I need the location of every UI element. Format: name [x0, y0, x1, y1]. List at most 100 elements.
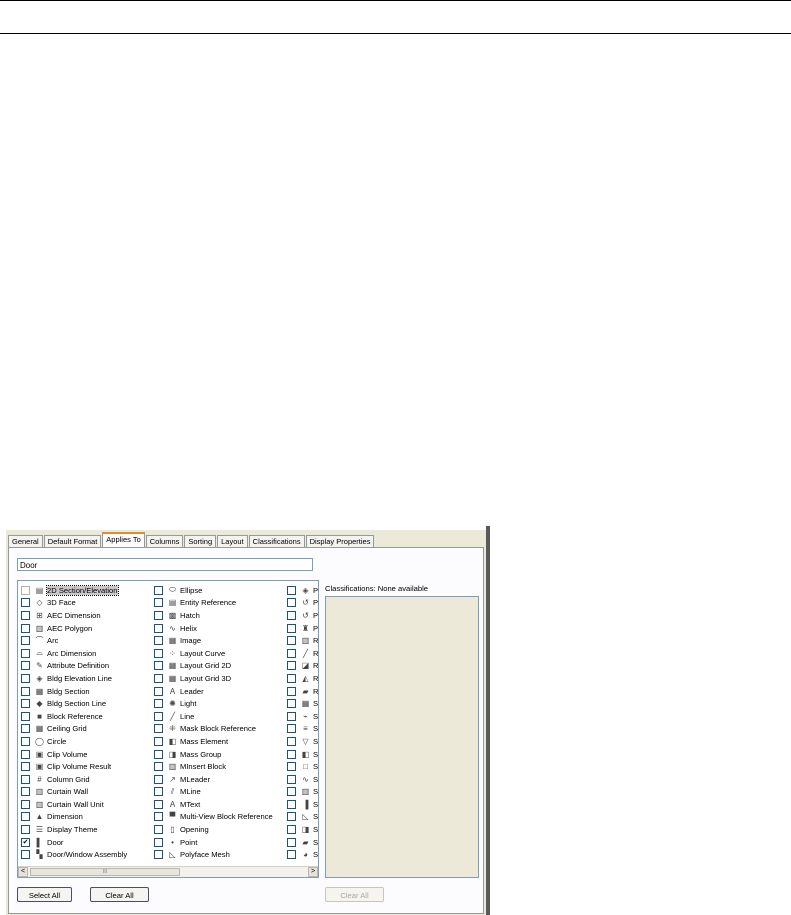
object-type-checkbox[interactable]: [287, 610, 296, 620]
object-type-item[interactable]: ◆ Bldg Section Line: [21, 697, 127, 710]
object-type-item[interactable]: ▰ S: [287, 836, 318, 849]
object-type-item[interactable]: ▐ S: [287, 798, 318, 811]
object-type-checkbox[interactable]: [154, 636, 163, 646]
object-type-item[interactable]: ▚ Door/Window Assembly: [21, 848, 127, 861]
object-type-item[interactable]: □ S: [287, 760, 318, 773]
scroll-thumb[interactable]: III: [30, 868, 180, 876]
object-type-item[interactable]: ⌒ Arc: [21, 634, 127, 647]
object-type-item[interactable]: ■ Block Reference: [21, 710, 127, 723]
object-type-checkbox[interactable]: [21, 610, 30, 620]
object-type-checkbox[interactable]: ✔: [21, 837, 30, 847]
classifications-clear-all-button[interactable]: Clear All: [325, 887, 384, 902]
object-type-checkbox[interactable]: [21, 636, 30, 646]
object-type-item[interactable]: ◈ Bldg Elevation Line: [21, 672, 127, 685]
object-type-checkbox[interactable]: [154, 648, 163, 658]
object-type-item[interactable]: ▥ S: [287, 786, 318, 799]
object-type-checkbox[interactable]: [154, 787, 163, 797]
object-type-item[interactable]: ◧ S: [287, 748, 318, 761]
object-type-checkbox[interactable]: [287, 623, 296, 633]
object-type-checkbox[interactable]: [21, 850, 30, 860]
object-type-item[interactable]: ▣ Clip Volume: [21, 748, 127, 761]
object-type-item[interactable]: ◯ Circle: [21, 735, 127, 748]
object-type-checkbox[interactable]: [287, 585, 296, 595]
object-type-item[interactable]: # Column Grid: [21, 773, 127, 786]
object-type-checkbox[interactable]: [154, 661, 163, 671]
object-type-item[interactable]: ▤ 2D Section/Elevation: [21, 584, 127, 597]
object-type-item[interactable]: ◨ Mass Group: [154, 748, 273, 761]
object-type-item[interactable]: ∿ Helix: [154, 622, 273, 635]
scroll-left-button[interactable]: <: [18, 867, 28, 877]
object-type-item[interactable]: ▦ Bldg Section: [21, 685, 127, 698]
object-type-item[interactable]: ✔ ▌ Door: [21, 836, 127, 849]
object-type-item[interactable]: ▽ S: [287, 735, 318, 748]
object-type-checkbox[interactable]: [21, 724, 30, 734]
object-type-item[interactable]: ◕ S: [287, 848, 318, 861]
object-type-checkbox[interactable]: [287, 686, 296, 696]
object-type-checkbox[interactable]: [21, 774, 30, 784]
object-type-checkbox[interactable]: [287, 850, 296, 860]
tab-default-format[interactable]: Default Format: [43, 535, 102, 547]
object-type-checkbox[interactable]: [154, 799, 163, 809]
object-type-item[interactable]: ◪ R: [287, 660, 318, 673]
object-type-item[interactable]: ▥ MInsert Block: [154, 760, 273, 773]
object-type-item[interactable]: ⌓ Arc Dimension: [21, 647, 127, 660]
object-type-item[interactable]: ▦ Layout Grid 2D: [154, 660, 273, 673]
object-type-checkbox[interactable]: [287, 648, 296, 658]
object-type-checkbox[interactable]: [21, 736, 30, 746]
object-type-item[interactable]: ▥ R: [287, 634, 318, 647]
object-type-checkbox[interactable]: [21, 661, 30, 671]
object-name-field[interactable]: Door: [17, 558, 313, 571]
object-type-item[interactable]: ▦ Image: [154, 634, 273, 647]
object-type-checkbox[interactable]: [21, 812, 30, 822]
object-type-item[interactable]: ▥ Curtain Wall: [21, 786, 127, 799]
object-type-checkbox[interactable]: [21, 799, 30, 809]
clear-all-button[interactable]: Clear All: [90, 887, 149, 902]
object-type-item[interactable]: ◈ P: [287, 584, 318, 597]
object-type-item[interactable]: ⫽ MLine: [154, 786, 273, 799]
object-type-checkbox[interactable]: [21, 623, 30, 633]
object-type-item[interactable]: ◭ R: [287, 672, 318, 685]
object-type-item[interactable]: ↺ P: [287, 609, 318, 622]
object-type-checkbox[interactable]: [21, 648, 30, 658]
object-type-checkbox[interactable]: [154, 825, 163, 835]
object-type-list[interactable]: ▤ 2D Section/Elevation ◇ 3D Face ⊞ AEC Dimens…: [17, 580, 319, 878]
object-type-item[interactable]: ↗ MLeader: [154, 773, 273, 786]
object-type-item[interactable]: ▦ S: [287, 697, 318, 710]
object-type-checkbox[interactable]: [21, 787, 30, 797]
tab-classifications[interactable]: Classifications: [248, 535, 305, 547]
object-type-item[interactable]: ▯ Opening: [154, 823, 273, 836]
object-type-checkbox[interactable]: [287, 636, 296, 646]
object-type-checkbox[interactable]: [287, 724, 296, 734]
object-type-item[interactable]: ▣ Clip Volume Result: [21, 760, 127, 773]
object-type-item[interactable]: ♜ P: [287, 622, 318, 635]
object-type-checkbox[interactable]: [287, 736, 296, 746]
object-type-checkbox[interactable]: [154, 724, 163, 734]
object-type-checkbox[interactable]: [287, 661, 296, 671]
object-type-checkbox[interactable]: [154, 837, 163, 847]
object-type-item[interactable]: ∿ S: [287, 773, 318, 786]
object-type-checkbox[interactable]: [154, 774, 163, 784]
object-type-item[interactable]: A Leader: [154, 685, 273, 698]
object-type-checkbox[interactable]: [21, 825, 30, 835]
object-type-checkbox[interactable]: [21, 762, 30, 772]
object-type-checkbox[interactable]: [154, 850, 163, 860]
object-type-checkbox[interactable]: [154, 736, 163, 746]
object-type-checkbox[interactable]: [154, 686, 163, 696]
object-type-item[interactable]: ≡ S: [287, 723, 318, 736]
object-type-item[interactable]: ▲ Dimension: [21, 811, 127, 824]
object-type-item[interactable]: ▦ Ceiling Grid: [21, 723, 127, 736]
object-type-checkbox[interactable]: [287, 699, 296, 709]
horizontal-scrollbar[interactable]: < III >: [18, 866, 318, 877]
object-type-item[interactable]: ▀ Multi-View Block Reference: [154, 811, 273, 824]
object-type-item[interactable]: ▦ Layout Grid 3D: [154, 672, 273, 685]
object-type-item[interactable]: ⁜ Mask Block Reference: [154, 723, 273, 736]
object-type-item[interactable]: ☰ Display Theme: [21, 823, 127, 836]
object-type-item[interactable]: ✎ Attribute Definition: [21, 660, 127, 673]
object-type-checkbox[interactable]: [21, 585, 30, 595]
object-type-item[interactable]: • Point: [154, 836, 273, 849]
object-type-checkbox[interactable]: [21, 598, 30, 608]
object-type-item[interactable]: ▤ Entity Reference: [154, 597, 273, 610]
object-type-item[interactable]: ◨ S: [287, 823, 318, 836]
object-type-item[interactable]: ╱ R: [287, 647, 318, 660]
tab-sorting[interactable]: Sorting: [184, 535, 217, 547]
